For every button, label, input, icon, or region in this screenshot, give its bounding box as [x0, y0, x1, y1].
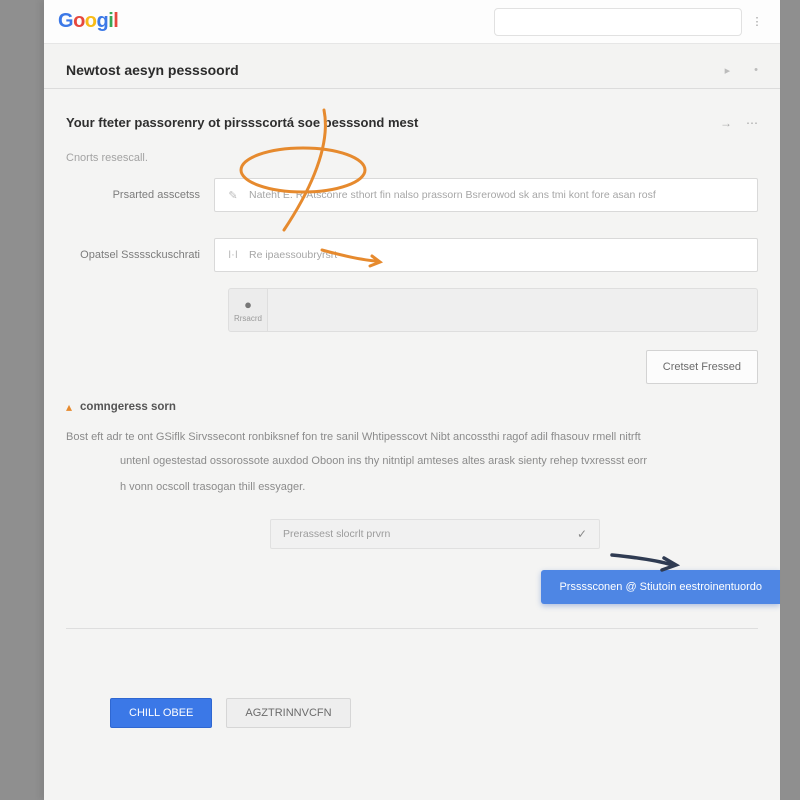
confirm-placeholder: Re ipaessoubryrsrt: [249, 249, 337, 261]
logo-letter: o: [73, 10, 85, 33]
title-actions: ▸ •: [725, 64, 758, 77]
logo-letter: l: [113, 10, 118, 33]
section-heading-actions: → ⋯: [720, 116, 758, 130]
toast-notification[interactable]: Prssssconen @ Stiutoin eestroinentuordo: [541, 570, 780, 604]
page-title: Newtost aesyn pesssoord: [66, 62, 239, 78]
logo-letter: G: [58, 10, 73, 33]
hint-text: Cnorts resescall.: [66, 152, 758, 164]
title-action-icon[interactable]: ▸: [725, 64, 731, 77]
keyboard-icon: I·I: [225, 247, 241, 263]
action-row: Cretset Fressed: [66, 350, 758, 384]
voice-caption: Rrsacrd: [234, 314, 262, 323]
header-right: ⋮: [494, 8, 766, 36]
section-heading: Your fteter passorenry ot pirssscortá so…: [66, 115, 418, 130]
page: G o o g i l ⋮ Newtost aesyn pesssoord ▸ …: [44, 0, 780, 800]
field2-label: Opatsel Sssssckuschrati: [66, 249, 214, 261]
password-placeholder: Nateht E. RfAtsconre sthort fin nalso pr…: [249, 189, 656, 201]
caret-up-icon: ▴: [66, 400, 72, 414]
explain-line3: h vonn ocscoll trasogan thill essyager.: [66, 478, 754, 498]
separator: [66, 628, 758, 629]
arrow-right-icon[interactable]: →: [720, 116, 732, 130]
check-icon: ✓: [577, 527, 587, 541]
brand-logo: G o o g i l: [58, 10, 118, 33]
edit-icon: ✎: [225, 187, 241, 203]
dropdown-label: Prerassest slocrlt prvrn: [283, 528, 390, 540]
congrats-text: comngeress sorn: [80, 401, 176, 413]
mic-icon: ●: [244, 297, 252, 312]
title-action-icon[interactable]: •: [754, 64, 758, 77]
strength-track: [268, 288, 758, 332]
more-icon[interactable]: ⋯: [746, 116, 758, 130]
password-input[interactable]: ✎ Nateht E. RfAtsconre sthort fin nalso …: [214, 178, 758, 212]
form-row-password: Prsarted asscetss ✎ Nateht E. RfAtsconre…: [66, 178, 758, 212]
footer-buttons: CHILL OBEE AGZTRINNVCFN: [110, 698, 351, 728]
explain-line1: Bost eft adr te ont GSiflk Sirvssecont r…: [66, 431, 641, 443]
explain-block: Bost eft adr te ont GSiflk Sirvssecont r…: [66, 428, 758, 497]
title-strip: Newtost aesyn pesssoord ▸ •: [44, 44, 780, 89]
create-password-button[interactable]: Cretset Fressed: [646, 350, 758, 384]
confirm-password-input[interactable]: I·I Re ipaessoubryrsrt: [214, 238, 758, 272]
logo-letter: o: [85, 10, 97, 33]
strength-row: ● Rrsacrd: [228, 288, 758, 332]
congrats-row: ▴ comngeress sorn: [66, 400, 758, 414]
form-row-confirm: Opatsel Sssssckuschrati I·I Re ipaessoub…: [66, 238, 758, 272]
voice-button[interactable]: ● Rrsacrd: [228, 288, 268, 332]
explain-line2: untenl ogestestad ossorossote auxdod Obo…: [66, 452, 754, 472]
options-dropdown[interactable]: Prerassest slocrlt prvrn ✓: [270, 519, 600, 549]
section-heading-row: Your fteter passorenry ot pirssscortá so…: [66, 115, 758, 130]
content: Your fteter passorenry ot pirssscortá so…: [44, 89, 780, 559]
logo-letter: g: [97, 10, 109, 33]
overflow-icon[interactable]: ⋮: [748, 13, 766, 31]
header: G o o g i l ⋮: [44, 0, 780, 44]
search-input[interactable]: [494, 8, 742, 36]
field1-label: Prsarted asscetss: [66, 189, 214, 201]
primary-button[interactable]: CHILL OBEE: [110, 698, 212, 728]
secondary-button[interactable]: AGZTRINNVCFN: [226, 698, 350, 728]
